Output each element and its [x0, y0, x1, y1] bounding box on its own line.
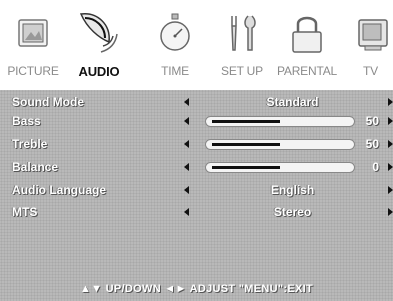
right-arrow-icon[interactable] — [388, 117, 393, 125]
bass-value: 50 — [365, 114, 379, 128]
tab-parental[interactable]: PARENTAL — [266, 0, 348, 90]
balance-row[interactable]: Balance 0 — [0, 157, 393, 180]
treble-slider-fill — [212, 143, 280, 146]
left-arrow-icon[interactable] — [184, 208, 189, 216]
treble-row[interactable]: Treble 50 — [0, 134, 393, 157]
left-arrow-icon[interactable] — [184, 140, 189, 148]
audio-language-label: Audio Language — [12, 183, 106, 197]
bass-row[interactable]: Bass 50 — [0, 111, 393, 134]
tab-label: TV — [363, 64, 378, 78]
picture-frame-icon — [11, 10, 55, 58]
treble-value: 50 — [365, 137, 379, 151]
tools-icon — [220, 10, 264, 58]
left-arrow-icon[interactable] — [184, 98, 189, 106]
tab-tv[interactable]: TV — [348, 0, 393, 90]
left-arrow-icon[interactable] — [184, 163, 189, 171]
treble-slider[interactable] — [205, 139, 355, 150]
balance-slider[interactable] — [205, 162, 355, 173]
mts-value: Stereo — [273, 205, 312, 219]
sound-mode-value: Standard — [266, 95, 319, 109]
tab-audio[interactable]: AUDIO — [66, 0, 132, 90]
mts-row[interactable]: MTS Stereo — [0, 202, 393, 225]
right-arrow-icon[interactable] — [388, 163, 393, 171]
right-arrow-icon[interactable] — [388, 186, 393, 194]
navigation-hint: ▲▼ UP/DOWN ◄► ADJUST "MENU":EXIT — [79, 283, 314, 295]
tab-label: PICTURE — [7, 64, 59, 78]
menu-tab-bar: PICTURE AUDIO TIME SET UP PARENTAL TV — [0, 0, 393, 90]
sound-mode-label: Sound Mode — [12, 95, 84, 109]
tab-label: AUDIO — [78, 64, 120, 79]
television-icon — [349, 10, 393, 58]
tab-picture[interactable]: PICTURE — [0, 0, 66, 90]
balance-slider-fill — [212, 166, 280, 169]
right-arrow-icon[interactable] — [388, 140, 393, 148]
balance-label: Balance — [12, 160, 59, 174]
audio-settings-panel: Sound Mode Standard Bass 50 Treble 50 Ba… — [0, 90, 393, 301]
audio-language-value: English — [270, 183, 315, 197]
stopwatch-icon — [153, 10, 197, 58]
tab-label: PARENTAL — [277, 64, 337, 78]
speaker-icon — [77, 10, 121, 58]
treble-label: Treble — [12, 137, 48, 151]
left-arrow-icon[interactable] — [184, 117, 189, 125]
audio-language-row[interactable]: Audio Language English — [0, 180, 393, 203]
bass-slider[interactable] — [205, 116, 355, 127]
left-arrow-icon[interactable] — [184, 186, 189, 194]
right-arrow-icon[interactable] — [388, 208, 393, 216]
bass-slider-fill — [212, 120, 280, 123]
balance-value: 0 — [372, 160, 379, 174]
padlock-icon — [285, 10, 329, 58]
right-arrow-icon[interactable] — [388, 98, 393, 106]
mts-label: MTS — [12, 205, 38, 219]
bass-label: Bass — [12, 114, 41, 128]
